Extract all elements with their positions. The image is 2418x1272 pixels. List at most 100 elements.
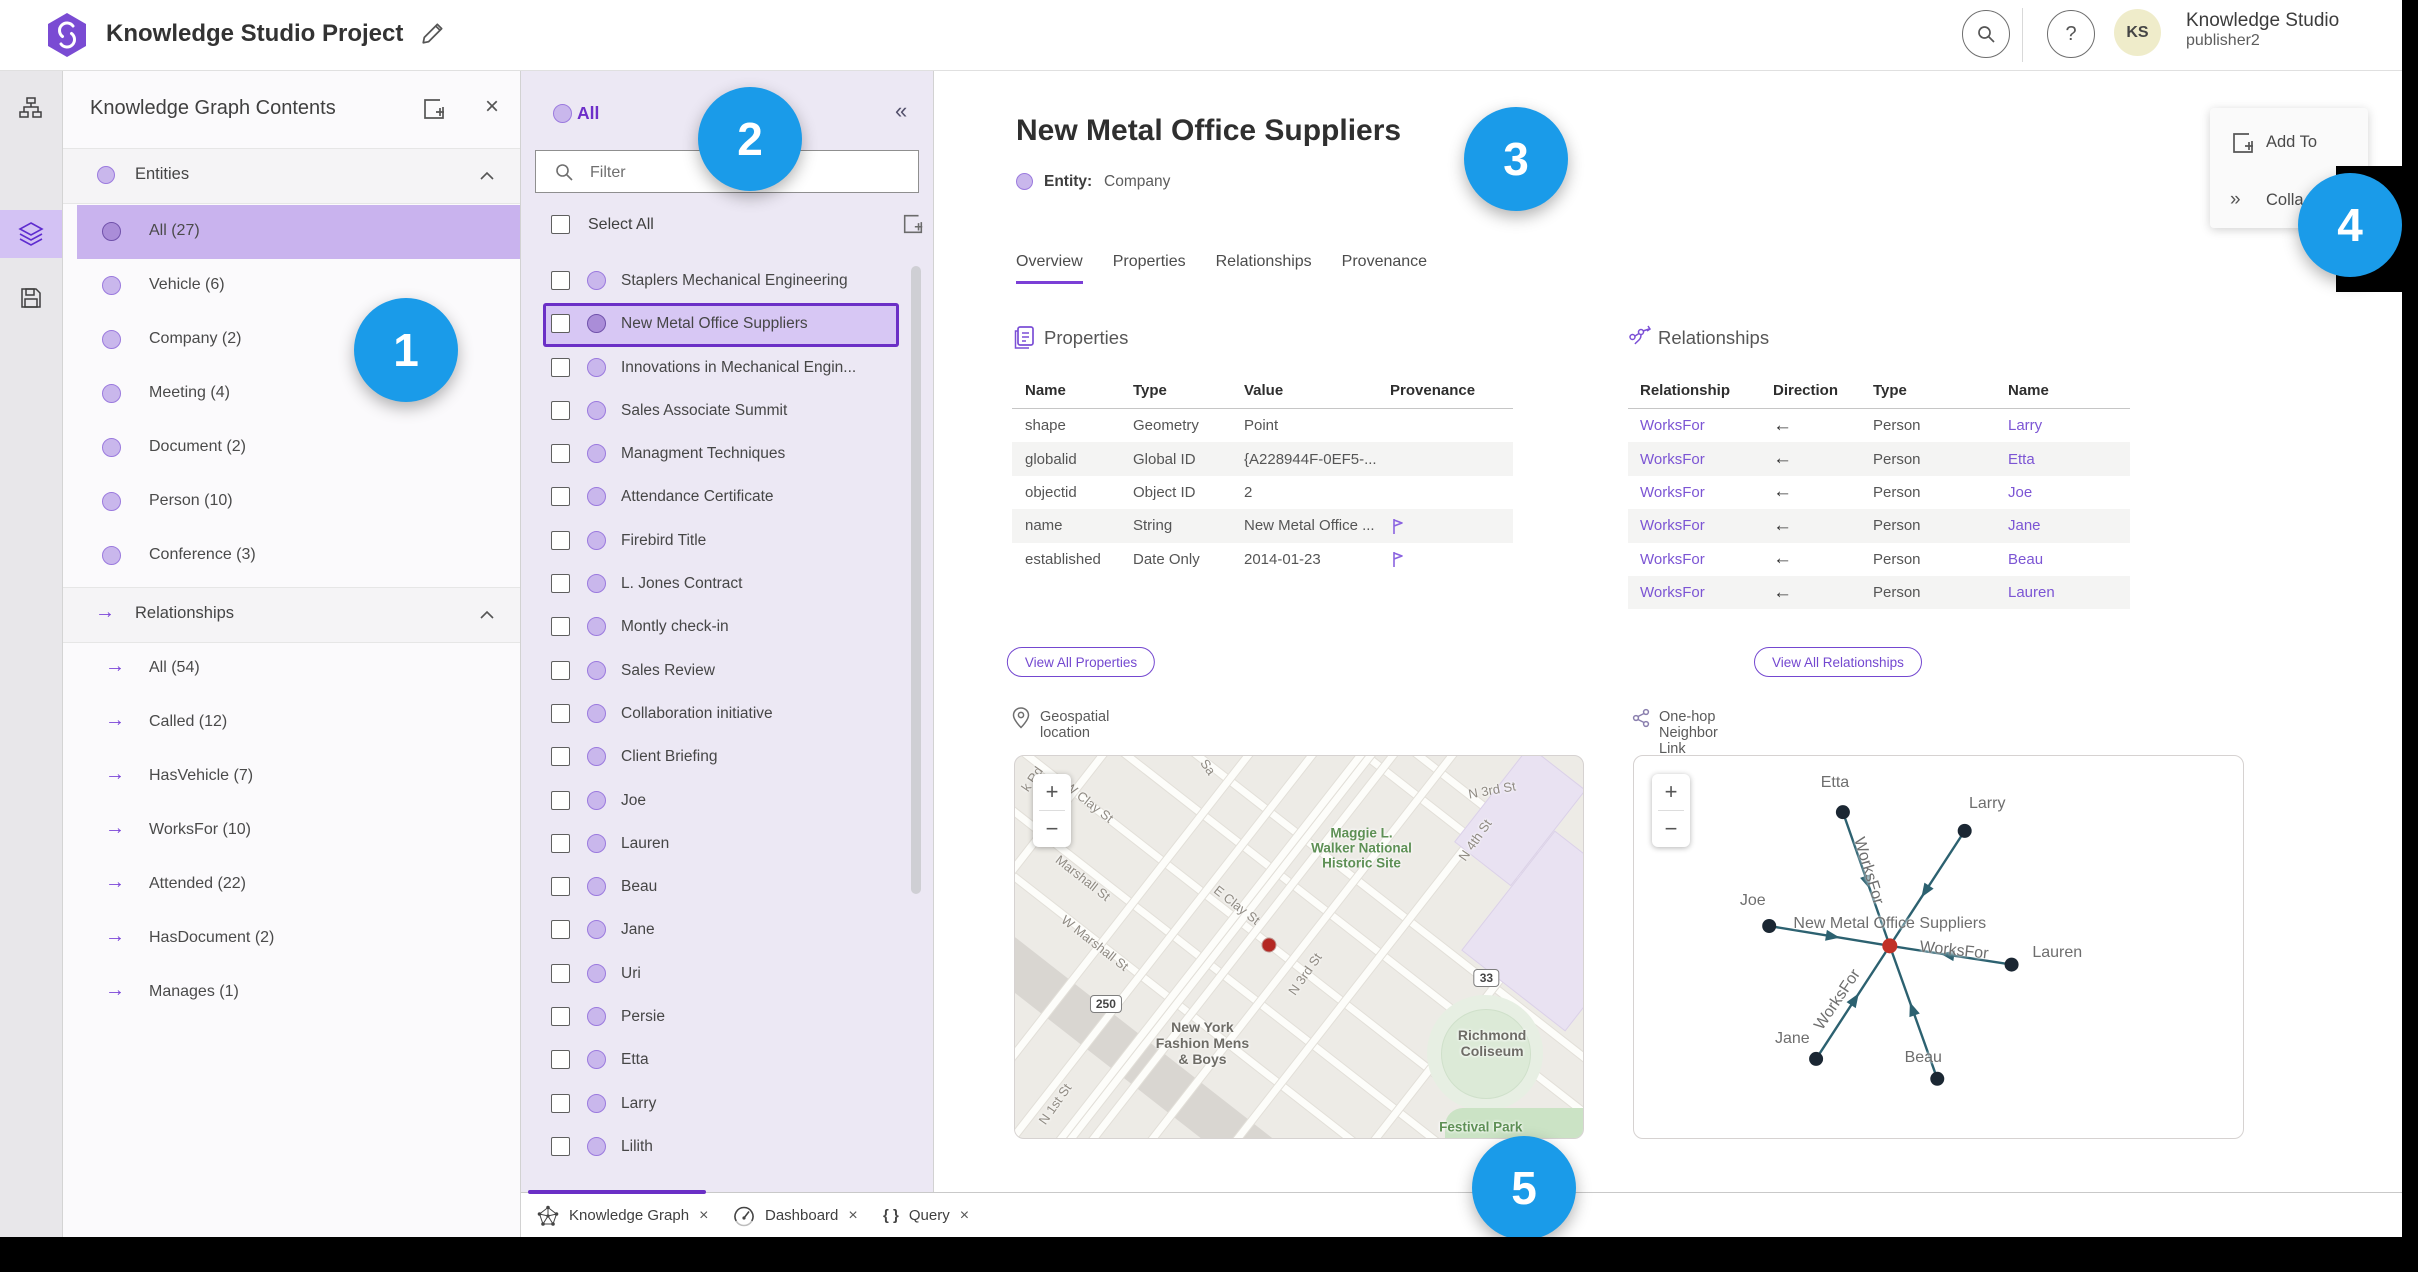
sidebar-item-relationship-type[interactable]: → All (54) [77,642,520,696]
item-checkbox[interactable] [551,790,570,810]
table-row[interactable]: WorksFor ← Person Etta [1628,442,2130,476]
list-item[interactable]: Jane [543,909,899,952]
detail-tab[interactable]: Overview [1016,253,1083,284]
related-entity-link[interactable]: Larry [2008,417,2130,434]
sidebar-item-relationship-type[interactable]: → HasVehicle (7) [77,750,520,804]
table-row[interactable]: WorksFor ← Person Beau [1628,543,2130,576]
view-all-properties-button[interactable]: View All Properties [1006,647,1156,677]
item-checkbox[interactable] [551,920,570,940]
list-item[interactable]: Montly check-in [543,606,899,649]
detail-tab[interactable]: Relationships [1216,253,1312,284]
related-entity-link[interactable]: Joe [2008,484,2130,501]
tab-knowledge-graph[interactable]: Knowledge Graph × [537,1193,708,1238]
list-item[interactable]: Staplers Mechanical Engineering [543,260,899,303]
zoom-out-button[interactable]: − [1033,811,1071,847]
related-entity-link[interactable]: Etta [2008,451,2130,468]
person-node[interactable] [2004,957,2019,972]
list-item[interactable]: Attendance Certificate [543,476,899,519]
list-item[interactable]: Innovations in Mechanical Engin... [543,347,899,390]
center-entity-node[interactable] [1882,938,1898,954]
table-row[interactable]: WorksFor ← Person Lauren [1628,575,2130,610]
relationship-link[interactable]: WorksFor [1640,584,1773,601]
related-entity-link[interactable]: Lauren [2008,584,2130,601]
item-checkbox[interactable] [551,1093,570,1113]
relationships-group-header[interactable]: → Relationships [63,587,520,643]
sidebar-item-entity-type[interactable]: All (27) [77,205,520,259]
tab-dashboard[interactable]: Dashboard × [733,1193,858,1238]
close-tab-icon[interactable]: × [848,1207,857,1225]
item-checkbox[interactable] [551,833,570,853]
detail-tab[interactable]: Properties [1113,253,1186,284]
item-checkbox[interactable] [551,314,570,334]
close-tab-icon[interactable]: × [960,1207,969,1225]
entities-group-header[interactable]: Entities [63,148,520,204]
sidebar-item-entity-type[interactable]: Meeting (4) [77,367,520,421]
map-widget[interactable]: k RdW Clay StSaN 3rd StN 4th StMaggie L.… [1014,755,1584,1139]
sidebar-item-relationship-type[interactable]: → Manages (1) [77,966,520,1020]
item-checkbox[interactable] [551,1007,570,1027]
item-checkbox[interactable] [551,963,570,983]
relationship-link[interactable]: WorksFor [1640,417,1773,434]
zoom-in-button[interactable]: + [1652,774,1690,810]
related-entity-link[interactable]: Jane [2008,517,2130,534]
relationship-link[interactable]: WorksFor [1640,484,1773,501]
item-checkbox[interactable] [551,487,570,507]
hierarchy-tool-button[interactable] [0,84,62,132]
list-item[interactable]: Uri [543,953,899,996]
edit-title-icon[interactable] [420,20,446,46]
relationship-link[interactable]: WorksFor [1640,551,1773,568]
layers-tool-button[interactable] [0,210,62,258]
save-tool-button[interactable] [0,274,62,322]
zoom-out-button[interactable]: − [1652,811,1690,847]
item-checkbox[interactable] [551,1136,570,1156]
table-row[interactable]: WorksFor ← Person Larry [1628,409,2130,442]
search-button[interactable] [1962,10,2010,58]
person-node[interactable] [1762,918,1777,933]
collapse-panel-button[interactable]: « [895,98,907,124]
item-checkbox[interactable] [551,271,570,290]
item-checkbox[interactable] [551,703,570,723]
person-node[interactable] [1835,805,1850,820]
list-item[interactable]: Collaboration initiative [543,693,899,736]
user-menu[interactable]: Knowledge Studio publisher2 [2186,10,2339,50]
item-checkbox[interactable] [551,530,570,550]
sidebar-item-entity-type[interactable]: Document (2) [77,421,520,475]
person-node[interactable] [1957,823,1972,838]
table-row[interactable]: established Date Only 2014-01-23 [1012,543,1513,576]
close-tab-icon[interactable]: × [699,1207,708,1225]
list-item[interactable]: Joe [543,780,899,823]
table-row[interactable]: globalid Global ID {A228944F-0EF5-... [1012,442,1513,476]
relationship-link[interactable]: WorksFor [1640,517,1773,534]
item-checkbox[interactable] [551,617,570,637]
close-panel-button[interactable]: × [485,93,499,121]
person-node[interactable] [1930,1071,1945,1086]
item-checkbox[interactable] [551,574,570,594]
list-item[interactable]: Sales Review [543,650,899,693]
sidebar-item-relationship-type[interactable]: → Attended (22) [77,858,520,912]
item-checkbox[interactable] [551,1050,570,1070]
provenance-flag-icon[interactable] [1390,517,1406,535]
table-row[interactable]: name String New Metal Office ... [1012,509,1513,543]
sidebar-item-relationship-type[interactable]: → Called (12) [77,696,520,750]
add-to-map-icon[interactable] [901,212,925,236]
table-row[interactable]: WorksFor ← Person Joe [1628,476,2130,509]
item-checkbox[interactable] [551,400,570,420]
sidebar-item-entity-type[interactable]: Vehicle (6) [77,259,520,313]
provenance-flag-icon[interactable] [1390,550,1406,568]
related-entity-link[interactable]: Beau [2008,551,2130,568]
item-checkbox[interactable] [551,747,570,767]
list-item[interactable]: Larry [543,1083,899,1126]
list-item[interactable]: Etta [543,1039,899,1082]
list-item[interactable]: Beau [543,866,899,909]
list-item[interactable]: Firebird Title [543,520,899,563]
detail-tab[interactable]: Provenance [1342,253,1427,284]
select-all-checkbox[interactable] [551,215,570,234]
list-item[interactable]: Client Briefing [543,736,899,779]
list-item[interactable]: New Metal Office Suppliers [543,303,899,347]
help-button[interactable]: ? [2047,10,2095,58]
list-item[interactable]: Lauren [543,823,899,866]
add-to-map-icon[interactable] [421,96,447,122]
person-node[interactable] [1809,1051,1824,1066]
item-checkbox[interactable] [551,877,570,897]
table-row[interactable]: WorksFor ← Person Jane [1628,509,2130,543]
